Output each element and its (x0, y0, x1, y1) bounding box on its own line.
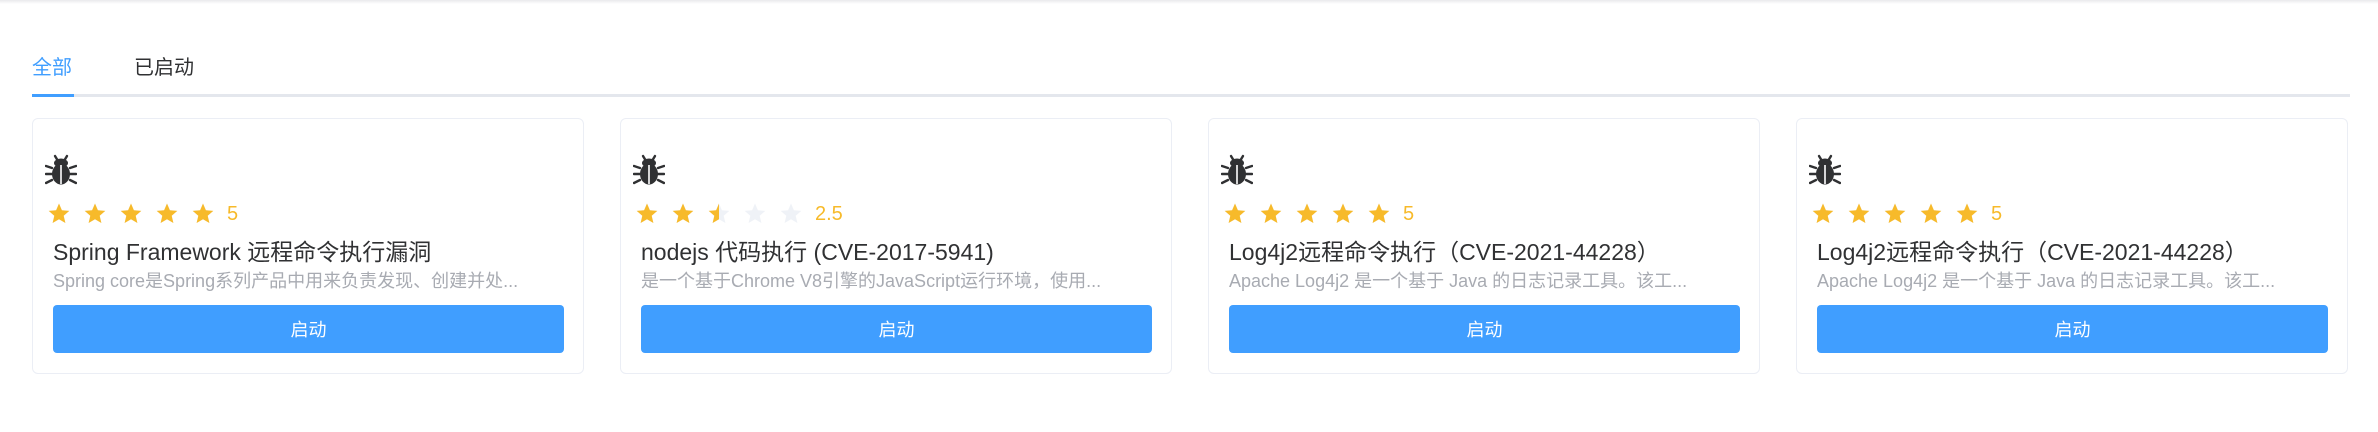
tabs-divider (32, 94, 2350, 97)
card-title: nodejs 代码执行 (CVE-2017-5941) (641, 239, 994, 265)
star-filled-icon[interactable] (1955, 202, 1979, 226)
rating-score: 2.5 (815, 202, 843, 225)
launch-button[interactable]: 启动 (53, 305, 564, 353)
star-half-icon[interactable] (707, 202, 731, 226)
star-filled-icon[interactable] (47, 202, 71, 226)
star-filled-icon[interactable] (1223, 202, 1247, 226)
star-filled-icon[interactable] (191, 202, 215, 226)
tab-all[interactable]: 全部 (32, 52, 72, 92)
star-filled-icon[interactable] (1331, 202, 1355, 226)
bug-icon (45, 154, 77, 185)
card-title: Spring Framework 远程命令执行漏洞 (53, 239, 432, 265)
star-filled-icon[interactable] (119, 202, 143, 226)
rating: 2.5 (635, 197, 843, 231)
card-title: Log4j2远程命令执行（CVE-2021-44228） (1229, 239, 1660, 265)
tab-active-indicator (32, 94, 74, 97)
star-filled-icon[interactable] (671, 202, 695, 226)
star-filled-icon[interactable] (1847, 202, 1871, 226)
card-description: Apache Log4j2 是一个基于 Java 的日志记录工具。该工... (1229, 271, 1688, 291)
star-filled-icon[interactable] (1883, 202, 1907, 226)
tab-bar: 全部 已启动 (32, 52, 2350, 98)
rating-score: 5 (1403, 202, 1415, 225)
vuln-card: 2.5 nodejs 代码执行 (CVE-2017-5941) 是一个基于Chr… (620, 118, 1172, 374)
star-filled-icon[interactable] (1295, 202, 1319, 226)
rating-score: 5 (1991, 202, 2003, 225)
star-filled-icon[interactable] (1259, 202, 1283, 226)
bug-icon (633, 154, 665, 185)
star-filled-icon[interactable] (155, 202, 179, 226)
star-filled-icon[interactable] (1919, 202, 1943, 226)
star-empty-icon[interactable] (779, 202, 803, 226)
card-title: Log4j2远程命令执行（CVE-2021-44228） (1817, 239, 2248, 265)
rating-score: 5 (227, 202, 239, 225)
card-description: Apache Log4j2 是一个基于 Java 的日志记录工具。该工... (1817, 271, 2276, 291)
rating: 5 (1223, 197, 1414, 231)
vuln-card: 5 Log4j2远程命令执行（CVE-2021-44228） Apache Lo… (1208, 118, 1760, 374)
tab-started[interactable]: 已启动 (134, 52, 194, 92)
star-filled-icon[interactable] (635, 202, 659, 226)
star-empty-icon[interactable] (743, 202, 767, 226)
vuln-card: 5 Spring Framework 远程命令执行漏洞 Spring core是… (32, 118, 584, 374)
launch-button[interactable]: 启动 (1817, 305, 2328, 353)
card-description: Spring core是Spring系列产品中用来负责发现、创建并处... (53, 271, 519, 291)
vuln-card: 5 Log4j2远程命令执行（CVE-2021-44228） Apache Lo… (1796, 118, 2348, 374)
star-filled-icon[interactable] (1811, 202, 1835, 226)
bug-icon (1809, 154, 1841, 185)
rating: 5 (1811, 197, 2002, 231)
launch-button[interactable]: 启动 (641, 305, 1152, 353)
star-filled-icon[interactable] (1367, 202, 1391, 226)
rating: 5 (47, 197, 238, 231)
header-shadow (0, 0, 2378, 4)
card-description: 是一个基于Chrome V8引擎的JavaScript运行环境，使用... (641, 271, 1102, 291)
launch-button[interactable]: 启动 (1229, 305, 1740, 353)
star-filled-icon[interactable] (83, 202, 107, 226)
bug-icon (1221, 154, 1253, 185)
